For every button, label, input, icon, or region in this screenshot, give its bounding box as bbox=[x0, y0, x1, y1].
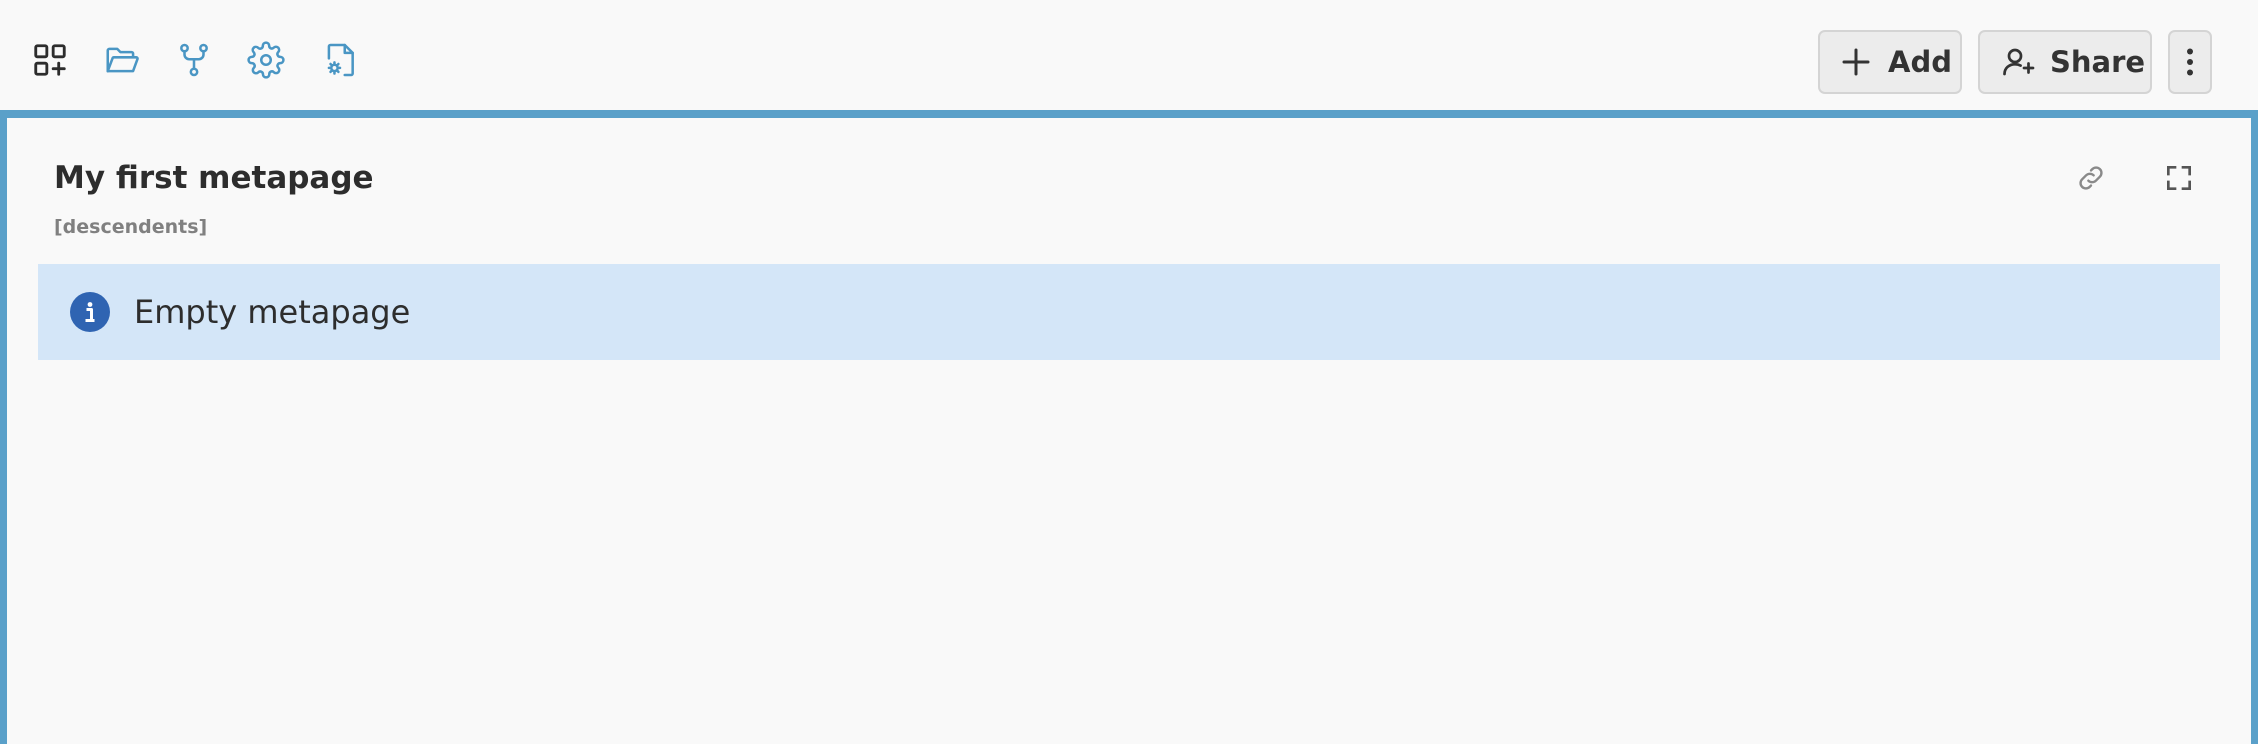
metapage-frame: My first metapage [descendents] Empty me… bbox=[0, 110, 2258, 744]
vertical-dots-icon bbox=[2187, 48, 2193, 76]
share-button-label: Share bbox=[2050, 45, 2146, 79]
folder-open-icon[interactable] bbox=[102, 40, 142, 80]
add-button-label: Add bbox=[1888, 45, 1952, 79]
more-options-button[interactable] bbox=[2168, 30, 2212, 94]
page-subtitle: [descendents] bbox=[54, 216, 208, 238]
file-settings-icon[interactable] bbox=[320, 40, 360, 80]
page-title: My first metapage bbox=[54, 160, 374, 196]
gear-icon[interactable] bbox=[246, 40, 286, 80]
share-button[interactable]: Share bbox=[1978, 30, 2152, 94]
app-grid-add-icon[interactable] bbox=[30, 40, 70, 80]
add-button[interactable]: Add bbox=[1818, 30, 1962, 94]
user-plus-icon bbox=[2003, 48, 2035, 76]
fullscreen-icon[interactable] bbox=[2159, 158, 2199, 198]
link-icon[interactable] bbox=[2071, 158, 2111, 198]
info-icon bbox=[70, 292, 110, 332]
info-alert: Empty metapage bbox=[38, 264, 2220, 360]
plus-icon bbox=[1842, 48, 1870, 76]
top-toolbar: Add Share bbox=[0, 0, 2258, 110]
info-message: Empty metapage bbox=[134, 293, 411, 331]
git-fork-icon[interactable] bbox=[174, 40, 214, 80]
